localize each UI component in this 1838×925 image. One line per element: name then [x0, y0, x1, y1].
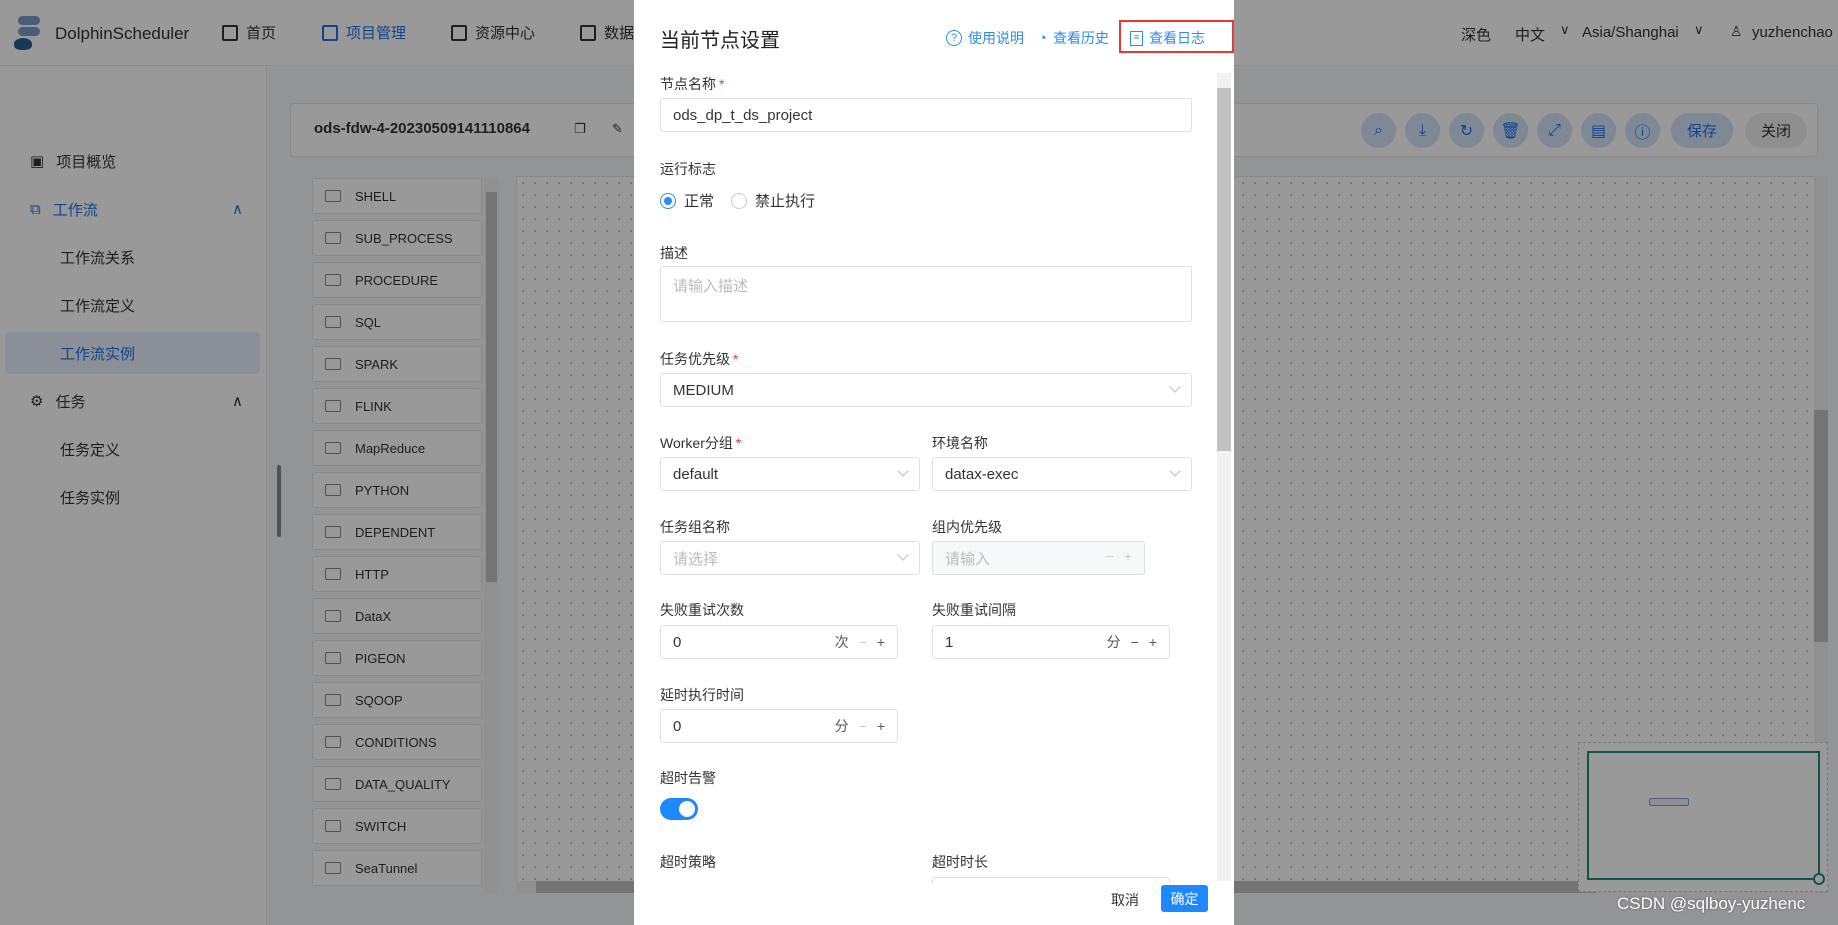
radio-label: 正常	[684, 193, 715, 210]
radio-forbid[interactable]: 禁止执行	[731, 190, 815, 211]
retry-times-input[interactable]: 0 次 − +	[660, 625, 898, 659]
worker-group-select[interactable]: default	[660, 457, 920, 491]
drawer-footer	[634, 883, 1234, 925]
link-label: 使用说明	[968, 30, 1024, 46]
placeholder: 请输入描述	[673, 278, 749, 295]
minus-icon[interactable]: −	[859, 718, 867, 734]
chevron-down-icon	[897, 465, 909, 477]
radio-label: 禁止执行	[755, 193, 816, 210]
history-icon: ◔	[1038, 29, 1048, 47]
timeout-strategy-label: 超时策略	[660, 854, 716, 870]
watermark: CSDN @sqlboy-yuzhenc	[1617, 894, 1806, 913]
plus-icon[interactable]: +	[877, 718, 885, 734]
link-label: 查看日志	[1149, 30, 1205, 46]
view-history-link[interactable]: ◔ 查看历史	[1038, 28, 1109, 48]
worker-group-label: Worker分组 *	[660, 435, 742, 451]
question-icon: ?	[946, 30, 962, 46]
radio-unchecked-icon	[731, 192, 747, 209]
timeout-duration-label: 超时时长	[932, 854, 988, 870]
plus-icon[interactable]: +	[1149, 634, 1157, 650]
help-link[interactable]: ? 使用说明	[946, 28, 1024, 48]
scrollbar-thumb[interactable]	[1217, 88, 1231, 451]
drawer-title: 当前节点设置	[660, 30, 780, 52]
minus-icon[interactable]: −	[859, 634, 867, 650]
run-flag-label: 运行标志	[660, 161, 716, 177]
description-textarea[interactable]: 请输入描述	[660, 266, 1192, 322]
minus-icon[interactable]: −	[1131, 634, 1139, 650]
node-name-label: 节点名称 *	[660, 76, 725, 92]
delay-label: 延时执行时间	[660, 687, 744, 703]
retry-interval-label: 失败重试间隔	[932, 602, 1016, 618]
chevron-down-icon	[1169, 465, 1181, 477]
view-log-link[interactable]: ≡ 查看日志	[1130, 28, 1205, 48]
delay-input[interactable]: 0 分 − +	[660, 709, 898, 743]
chevron-down-icon	[897, 549, 909, 561]
radio-checked-icon	[660, 192, 676, 209]
node-settings-drawer: 当前节点设置 ? 使用说明 ◔ 查看历史 ≡ 查看日志 节点名称 * ods_dp_t_…	[634, 0, 1234, 925]
unit-label: 次	[834, 634, 849, 650]
radio-normal[interactable]: 正常	[660, 190, 714, 211]
timeout-alarm-label: 超时告警	[660, 770, 716, 786]
task-group-label: 任务组名称	[660, 519, 730, 535]
log-icon: ≡	[1130, 30, 1143, 46]
environment-select[interactable]: datax-exec	[932, 457, 1192, 491]
link-label: 查看历史	[1053, 30, 1110, 46]
chevron-down-icon	[1169, 381, 1181, 393]
task-group-select[interactable]: 请选择	[660, 541, 920, 575]
minus-icon: −	[1105, 548, 1114, 564]
retry-interval-input[interactable]: 1 分 − +	[932, 625, 1170, 659]
description-label: 描述	[660, 245, 688, 261]
drawer-scrollbar[interactable]	[1217, 73, 1231, 881]
retry-times-label: 失败重试次数	[660, 602, 744, 618]
priority-label: 任务优先级 *	[660, 351, 739, 367]
unit-label: 分	[1106, 634, 1121, 650]
unit-label: 分	[834, 718, 849, 734]
plus-icon[interactable]: +	[877, 634, 885, 650]
plus-icon: +	[1123, 548, 1132, 564]
confirm-button[interactable]: 确定	[1161, 885, 1208, 912]
environment-label: 环境名称	[932, 435, 988, 451]
group-priority-label: 组内优先级	[932, 519, 1002, 535]
group-priority-input: 请输入 − +	[932, 541, 1145, 575]
node-name-input[interactable]: ods_dp_t_ds_project	[660, 98, 1192, 132]
cancel-button[interactable]: 取消	[1111, 890, 1139, 910]
timeout-alarm-toggle[interactable]	[660, 798, 698, 820]
priority-select[interactable]: MEDIUM	[660, 373, 1192, 407]
